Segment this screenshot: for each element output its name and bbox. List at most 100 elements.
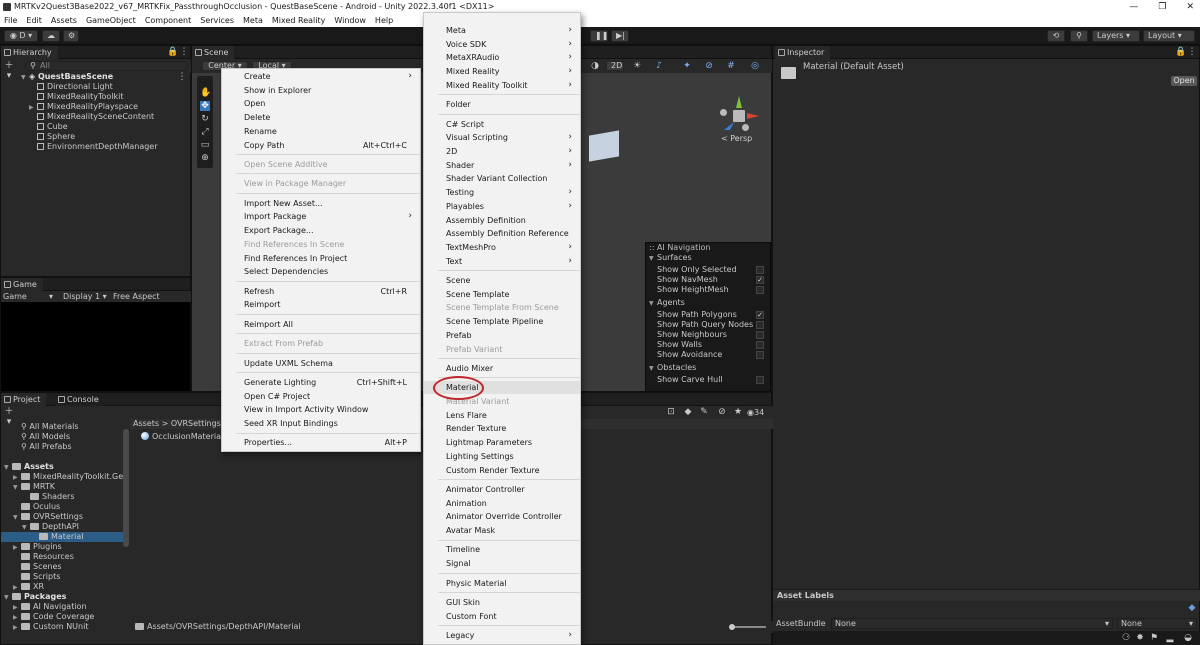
hierarchy-item-sphere[interactable]: Sphere: [29, 132, 75, 142]
favorite-all-models[interactable]: ⚲ All Models: [21, 432, 70, 442]
tree-item-resources[interactable]: Resources: [13, 552, 74, 562]
menuitem-reimport-all[interactable]: Reimport All: [222, 318, 420, 331]
tab-game[interactable]: Game: [1, 278, 43, 291]
open-button[interactable]: Open: [1171, 76, 1197, 86]
menuitem-meta[interactable]: Meta ›: [424, 24, 580, 37]
hidden-objects-icon[interactable]: ⊘: [704, 61, 714, 71]
tree-item-scenes[interactable]: Scenes: [13, 562, 62, 572]
hand-tool-icon[interactable]: ✋: [200, 88, 211, 98]
menuitem-avatar-mask[interactable]: Avatar Mask: [424, 524, 580, 537]
checkbox[interactable]: [756, 351, 764, 359]
hierarchy-search-input[interactable]: ⚲ All: [25, 61, 188, 71]
fx-icon[interactable]: ✦: [682, 61, 692, 71]
audio-icon[interactable]: ♪: [654, 61, 664, 71]
breadcrumb-ovrsettings[interactable]: OVRSettings: [171, 419, 221, 428]
menuitem-lens-flare[interactable]: Lens Flare: [424, 409, 580, 422]
game-display-type-dropdown[interactable]: Game: [3, 291, 27, 302]
ai-section-obstacles[interactable]: ▼ Obstacles: [646, 363, 770, 373]
cloud-button[interactable]: ☁: [42, 30, 60, 42]
menu-window[interactable]: Window: [334, 14, 366, 27]
search-by-label-icon[interactable]: ◆: [683, 407, 693, 417]
menu-gameobject[interactable]: GameObject: [86, 14, 136, 27]
asset-labels-header[interactable]: Asset Labels: [773, 589, 1200, 601]
assetbundle-dropdown[interactable]: None ▾: [831, 618, 1113, 629]
game-aspect-dropdown[interactable]: Free Aspect: [113, 291, 160, 302]
favorite-icon[interactable]: ★: [733, 407, 743, 417]
menuitem-properties[interactable]: Properties... Alt+P: [222, 436, 420, 449]
gizmos-icon[interactable]: ◎: [750, 61, 760, 71]
menuitem-2d[interactable]: 2D ›: [424, 145, 580, 158]
tab-console[interactable]: Console: [55, 393, 105, 406]
account-dropdown[interactable]: ◉ D ▾: [4, 30, 38, 42]
zoom-slider[interactable]: [730, 626, 766, 628]
menuitem-delete[interactable]: Delete: [222, 111, 420, 124]
checkbox[interactable]: [756, 341, 764, 349]
tree-item-shaders[interactable]: Shaders: [22, 492, 75, 502]
menuitem-animation[interactable]: Animation: [424, 497, 580, 510]
menuitem-create[interactable]: Create ›: [222, 70, 420, 83]
tree-item-scripts[interactable]: Scripts: [13, 572, 60, 582]
tree-item-xr[interactable]: ▶ XR: [13, 582, 44, 592]
menuitem-metaxraudio[interactable]: MetaXRAudio ›: [424, 51, 580, 64]
checkbox[interactable]: ✓: [756, 276, 764, 284]
menuitem-view-in-import-activity-window[interactable]: View in Import Activity Window: [222, 403, 420, 416]
tree-item-mixedrealitytoolkit-gene[interactable]: ▶ MixedRealityToolkit.Gene: [13, 472, 129, 482]
favorite-all-prefabs[interactable]: ⚲ All Prefabs: [21, 442, 72, 452]
tree-item-oculus[interactable]: Oculus: [13, 502, 60, 512]
projection-label[interactable]: < Persp: [721, 134, 752, 143]
hierarchy-item-cube[interactable]: Cube: [29, 122, 68, 132]
rotate-tool-icon[interactable]: ↻: [200, 114, 210, 124]
checkbox[interactable]: ✓: [756, 311, 764, 319]
menuitem-select-dependencies[interactable]: Select Dependencies: [222, 265, 420, 278]
favorite-all-materials[interactable]: ⚲ All Materials: [21, 422, 79, 432]
collab-status-icon[interactable]: ⚆: [1121, 633, 1131, 643]
menuitem-lighting-settings[interactable]: Lighting Settings: [424, 450, 580, 463]
zoom-slider-thumb[interactable]: [729, 624, 735, 630]
menuitem-c-script[interactable]: C# Script: [424, 118, 580, 131]
menuitem-scene[interactable]: Scene: [424, 274, 580, 287]
tab-inspector[interactable]: Inspector: [775, 46, 831, 59]
transform-tool-icon[interactable]: ⊕: [200, 153, 210, 163]
layers-dropdown[interactable]: Layers ▾: [1092, 30, 1140, 42]
menuitem-export-package[interactable]: Export Package...: [222, 224, 420, 237]
maximize-button[interactable]: ❐: [1158, 0, 1166, 14]
lighting-icon[interactable]: ☀: [632, 61, 642, 71]
menuitem-refresh[interactable]: Refresh Ctrl+R: [222, 285, 420, 298]
menuitem-seed-xr-input-bindings[interactable]: Seed XR Input Bindings: [222, 417, 420, 430]
kebab-menu-icon[interactable]: ⋮: [1187, 47, 1197, 57]
menuitem-show-in-explorer[interactable]: Show in Explorer: [222, 84, 420, 97]
undo-history-button[interactable]: ⟲: [1047, 30, 1065, 42]
menuitem-custom-render-texture[interactable]: Custom Render Texture: [424, 464, 580, 477]
menuitem-legacy[interactable]: Legacy ›: [424, 629, 580, 642]
menuitem-custom-font[interactable]: Custom Font: [424, 610, 580, 623]
hierarchy-item-mixedrealitytoolkit[interactable]: MixedRealityToolkit: [29, 92, 123, 102]
menuitem-timeline[interactable]: Timeline: [424, 543, 580, 556]
menuitem-reimport[interactable]: Reimport: [222, 298, 420, 311]
menuitem-import-new-asset[interactable]: Import New Asset...: [222, 197, 420, 210]
kebab-menu-icon[interactable]: ⋮: [179, 47, 189, 57]
menuitem-audio-mixer[interactable]: Audio Mixer: [424, 362, 580, 375]
checkbox[interactable]: [756, 331, 764, 339]
hierarchy-item-mixedrealityplayspace[interactable]: ▶ MixedRealityPlayspace: [29, 102, 138, 112]
menu-help[interactable]: Help: [375, 14, 393, 27]
grid-toggle-icon[interactable]: #: [726, 61, 736, 71]
tree-item-custom-nunit[interactable]: ▶ Custom NUnit: [13, 622, 88, 632]
mode-2d-button[interactable]: 2D: [606, 61, 624, 71]
scale-tool-icon[interactable]: ⤢: [200, 127, 210, 137]
hierarchy-item-directional-light[interactable]: Directional Light: [29, 82, 113, 92]
layout-dropdown[interactable]: Layout ▾: [1143, 30, 1195, 42]
menuitem-testing[interactable]: Testing ›: [424, 186, 580, 199]
tree-scrollbar[interactable]: [123, 429, 129, 547]
menuitem-open[interactable]: Open: [222, 97, 420, 110]
menuitem-signal[interactable]: Signal: [424, 557, 580, 570]
menuitem-gui-skin[interactable]: GUI Skin: [424, 596, 580, 609]
menuitem-scene-template-pipeline[interactable]: Scene Template Pipeline: [424, 315, 580, 328]
tree-item-depthapi[interactable]: ▼ DepthAPI: [22, 522, 79, 532]
menuitem-assembly-definition-reference[interactable]: Assembly Definition Reference: [424, 227, 580, 240]
menuitem-find-references-in-project[interactable]: Find References In Project: [222, 252, 420, 265]
menuitem-mixed-reality[interactable]: Mixed Reality ›: [424, 65, 580, 78]
menu-component[interactable]: Component: [145, 14, 191, 27]
progress-status-icon[interactable]: ▂: [1165, 633, 1175, 643]
menu-services[interactable]: Services: [200, 14, 234, 27]
menu-mixed-reality[interactable]: Mixed Reality: [272, 14, 326, 27]
